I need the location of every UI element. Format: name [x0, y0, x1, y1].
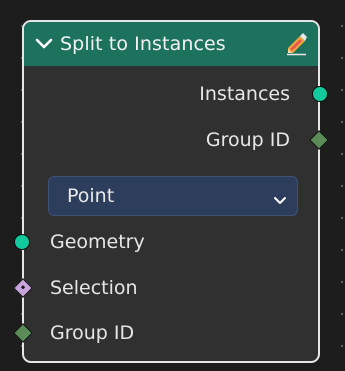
input-group-id: Group ID: [50, 318, 134, 348]
output-group-id-socket[interactable]: [309, 130, 329, 150]
pencil-icon: [284, 32, 308, 56]
output-instances: Instances: [199, 79, 290, 109]
output-group-id: Group ID: [206, 125, 290, 155]
node-title: Split to Instances: [60, 33, 226, 55]
input-group-id-label: Group ID: [50, 322, 135, 344]
input-geometry-label: Geometry: [50, 231, 145, 253]
node-editor-canvas[interactable]: Split to Instances Instances Group ID Po…: [0, 0, 345, 371]
chevron-down-icon: [273, 190, 287, 204]
output-instances-label: Instances: [199, 83, 290, 105]
input-group-id-socket[interactable]: [13, 323, 33, 343]
input-selection: Selection: [50, 273, 138, 303]
output-group-id-label: Group ID: [205, 129, 290, 151]
input-selection-socket[interactable]: [13, 278, 33, 298]
node-header[interactable]: Split to Instances: [24, 22, 318, 66]
split-to-instances-node[interactable]: Split to Instances Instances Group ID Po…: [13, 20, 329, 363]
input-geometry: Geometry: [50, 227, 145, 257]
domain-select-value: Point: [67, 185, 115, 207]
output-instances-socket[interactable]: [312, 86, 328, 102]
chevron-down-icon[interactable]: [34, 34, 54, 54]
domain-select[interactable]: Point: [48, 176, 298, 216]
input-selection-label: Selection: [50, 277, 138, 299]
input-geometry-socket[interactable]: [14, 234, 30, 250]
